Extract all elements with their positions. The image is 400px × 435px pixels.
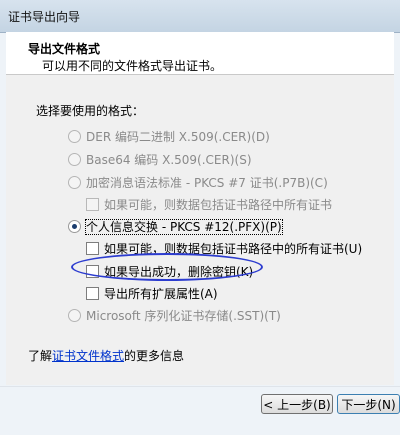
wizard-footer: < 上一步(B) 下一步(N) — [0, 386, 400, 435]
format-section-label: 选择要使用的格式： — [36, 104, 145, 118]
checkbox-export-extended-properties-box[interactable] — [86, 287, 99, 300]
checkbox-pfx-include-path-box[interactable] — [86, 242, 99, 255]
page-heading: 导出文件格式 — [28, 42, 101, 56]
radio-pkcs7-button[interactable] — [68, 176, 81, 189]
checkbox-pfx-include-path[interactable]: 如果可能，则数据包括证书路径中的所有证书(U) — [86, 240, 362, 257]
radio-pfx-button[interactable] — [68, 220, 81, 233]
radio-base64-label: Base64 编码 X.509(.CER)(S) — [86, 153, 252, 167]
radio-pkcs7[interactable]: 加密消息语法标准 - PKCS #7 证书(.P7B)(C) — [68, 174, 328, 191]
learn-more-line: 了解证书文件格式的更多信息 — [28, 347, 184, 364]
radio-pfx-label: 个人信息交换 - PKCS #12(.PFX)(P) — [85, 219, 283, 235]
checkbox-export-extended-properties-label: 导出所有扩展属性(A) — [104, 287, 218, 301]
wizard-header: 导出文件格式 可以用不同的文件格式导出证书。 — [6, 32, 394, 75]
next-button[interactable]: 下一步(N) — [337, 394, 400, 414]
radio-der-label: DER 编码二进制 X.509(.CER)(D) — [86, 130, 270, 144]
certificate-formats-link[interactable]: 证书文件格式 — [52, 349, 124, 363]
checkbox-pkcs7-include-path-label: 如果可能，则数据包括证书路径中所有证书 — [104, 198, 333, 212]
window-title: 证书导出向导 — [8, 10, 81, 24]
checkbox-delete-private-key-label: 如果导出成功，删除密钥(K) — [104, 265, 254, 279]
back-button[interactable]: < 上一步(B) — [261, 394, 333, 414]
radio-der[interactable]: DER 编码二进制 X.509(.CER)(D) — [68, 128, 270, 145]
learn-more-suffix: 的更多信息 — [124, 349, 185, 363]
radio-base64-button[interactable] — [68, 153, 81, 166]
checkbox-delete-private-key[interactable]: 如果导出成功，删除密钥(K) — [86, 263, 253, 280]
radio-der-button[interactable] — [68, 130, 81, 143]
page-subheading: 可以用不同的文件格式导出证书。 — [42, 59, 223, 73]
radio-base64[interactable]: Base64 编码 X.509(.CER)(S) — [68, 151, 252, 168]
radio-sst-button[interactable] — [68, 309, 81, 322]
checkbox-delete-private-key-box[interactable] — [86, 265, 99, 278]
checkbox-pkcs7-include-path-box[interactable] — [86, 198, 99, 211]
radio-pkcs7-label: 加密消息语法标准 - PKCS #7 证书(.P7B)(C) — [86, 176, 328, 190]
radio-sst-label: Microsoft 序列化证书存储(.SST)(T) — [86, 309, 281, 323]
wizard-content: 选择要使用的格式： DER 编码二进制 X.509(.CER)(D) Base6… — [6, 75, 394, 385]
checkbox-export-extended-properties[interactable]: 导出所有扩展属性(A) — [86, 285, 218, 302]
radio-sst[interactable]: Microsoft 序列化证书存储(.SST)(T) — [68, 307, 281, 324]
checkbox-pfx-include-path-label: 如果可能，则数据包括证书路径中的所有证书(U) — [104, 242, 363, 256]
radio-pfx[interactable]: 个人信息交换 - PKCS #12(.PFX)(P) — [68, 218, 283, 235]
learn-more-prefix: 了解 — [28, 349, 53, 363]
checkbox-pkcs7-include-path[interactable]: 如果可能，则数据包括证书路径中所有证书 — [86, 196, 332, 213]
title-bar: 证书导出向导 — [0, 0, 400, 33]
